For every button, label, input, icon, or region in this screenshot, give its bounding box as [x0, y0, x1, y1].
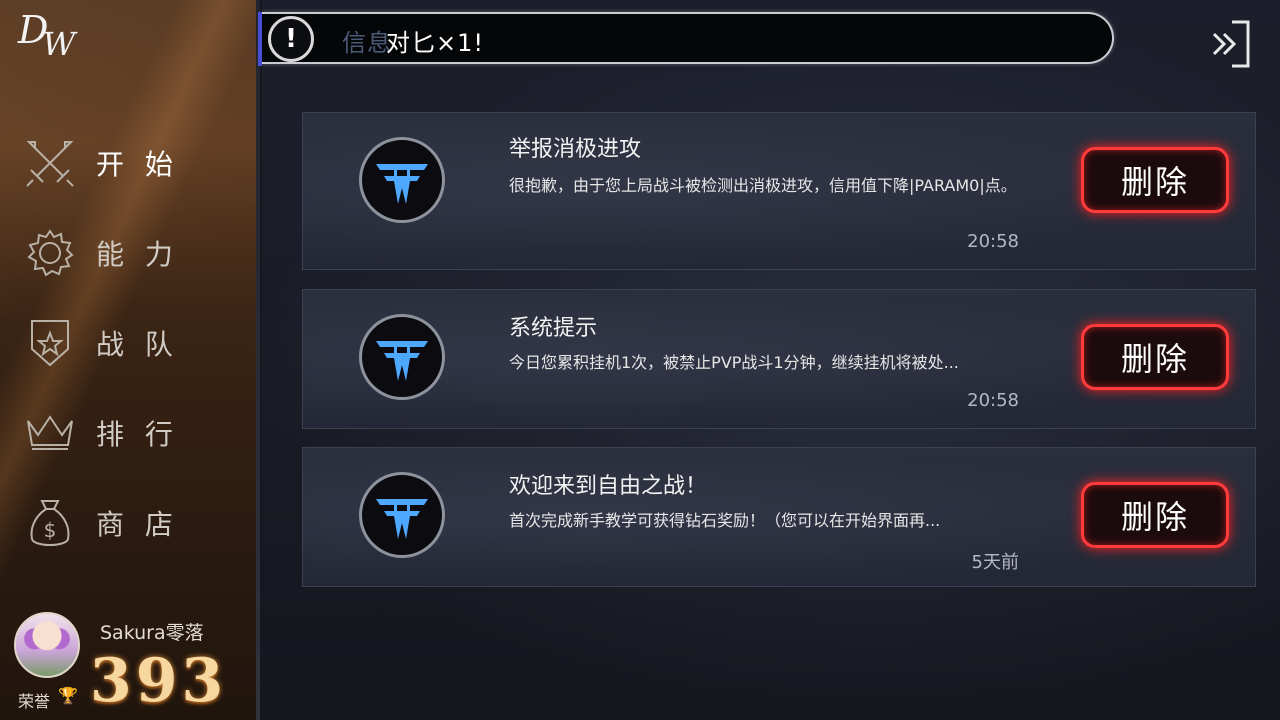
game-logo: DW [18, 8, 75, 63]
main-content: ! 信息对匕×1! 举报消极进攻 很抱歉，由于您上局战斗被检测出消极进攻，信用值… [258, 0, 1280, 720]
shield-star-icon [20, 313, 80, 373]
sidebar-item-label: 排 行 [96, 418, 179, 451]
message-time: 20:58 [967, 390, 1019, 411]
exclamation-icon: ! [268, 16, 314, 62]
sidebar: DW 开 始 能 力 战 队 排 行 $ 商 店 Sakura零落 荣誉 🏆 3… [0, 0, 260, 720]
delete-button[interactable]: 删除 [1081, 147, 1229, 213]
game-logo-icon [359, 137, 445, 223]
notice-bar: ! 信息对匕×1! [258, 12, 1114, 66]
notice-text: 信息对匕×1! [342, 23, 484, 58]
gear-icon [20, 223, 80, 283]
game-logo-icon [359, 472, 445, 558]
notice-message: 对匕×1! [386, 29, 484, 57]
message-body: 很抱歉，由于您上局战斗被检测出消极进攻，信用值下降|PARAM0|点。 [509, 176, 1017, 195]
game-logo-icon [359, 314, 445, 400]
message-title: 举报消极进攻 [509, 137, 642, 162]
delete-button[interactable]: 删除 [1081, 324, 1229, 390]
message-body: 今日您累积挂机1次，被禁止PVP战斗1分钟，继续挂机将被处... [509, 353, 959, 372]
message-body: 首次完成新手教学可获得钻石奖励！（您可以在开始界面再... [509, 511, 941, 530]
honor-label: 荣誉 [18, 692, 51, 711]
message-card: 举报消极进攻 很抱歉，由于您上局战斗被检测出消极进攻，信用值下降|PARAM0|… [302, 112, 1256, 270]
username: Sakura零落 [100, 622, 204, 644]
message-title: 欢迎来到自由之战！ [509, 474, 708, 499]
avatar[interactable] [14, 612, 80, 678]
message-time: 5天前 [971, 552, 1019, 573]
message-time: 20:58 [967, 231, 1019, 252]
sidebar-item-shop[interactable]: $ 商 店 [20, 488, 240, 558]
svg-text:$: $ [44, 518, 57, 542]
money-bag-icon: $ [20, 493, 80, 553]
crown-icon [20, 403, 80, 463]
delete-button[interactable]: 删除 [1081, 482, 1229, 548]
exit-icon[interactable] [1206, 16, 1256, 72]
sidebar-item-start[interactable]: 开 始 [20, 128, 240, 198]
sidebar-item-label: 能 力 [96, 238, 179, 271]
sidebar-item-team[interactable]: 战 队 [20, 308, 240, 378]
honor-value: 393 [90, 646, 228, 716]
notice-faded-text: 信息 [342, 29, 392, 57]
sidebar-item-ranking[interactable]: 排 行 [20, 398, 240, 468]
sidebar-item-label: 商 店 [96, 508, 179, 541]
sidebar-item-ability[interactable]: 能 力 [20, 218, 240, 288]
message-card: 系统提示 今日您累积挂机1次，被禁止PVP战斗1分钟，继续挂机将被处... 20… [302, 289, 1256, 429]
sidebar-item-label: 战 队 [96, 328, 179, 361]
profile-panel: Sakura零落 荣誉 🏆 393 [0, 608, 258, 720]
trophy-icon: 🏆 [58, 686, 78, 705]
message-title: 系统提示 [509, 316, 598, 341]
crossed-swords-icon [20, 133, 80, 193]
message-card: 欢迎来到自由之战！ 首次完成新手教学可获得钻石奖励！（您可以在开始界面再... … [302, 447, 1256, 587]
sidebar-item-label: 开 始 [96, 148, 179, 181]
